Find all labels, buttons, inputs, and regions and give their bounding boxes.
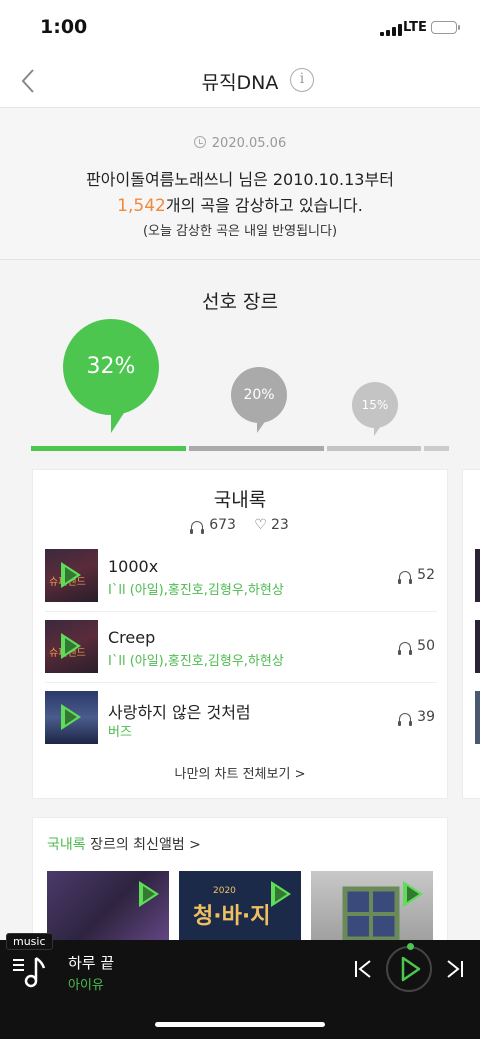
album-tile[interactable]: 2020 청·바·지 (179, 871, 301, 946)
now-playing-title: 하루 끝 (68, 954, 115, 972)
album-tile[interactable] (47, 871, 169, 946)
signal-icon (380, 24, 402, 36)
genre-bubble-3-label: 15% (361, 398, 389, 412)
album-header-text: 장르의 최신앨범 > (85, 837, 201, 853)
album-tile[interactable] (311, 871, 433, 946)
now-playing-artist: 아이유 (68, 978, 104, 993)
song-row[interactable]: 사랑하지 않은 것처럼 버즈 39 (45, 691, 437, 761)
playlist-icon[interactable] (12, 954, 46, 988)
info-icon[interactable]: i (290, 68, 314, 92)
listening-summary: 2020.05.06 판아이돌여름노래쓰니 님은 2010.10.13부터 1,… (0, 108, 480, 260)
status-bar: 1:00 LTE (0, 0, 480, 56)
genre-bubble-3[interactable]: 15% (352, 382, 398, 436)
play-icon (403, 881, 423, 907)
song-title: Creep (108, 628, 156, 647)
genre-bubble-1[interactable]: 32% (63, 319, 159, 433)
album-thumbnail[interactable]: 슈퍼밴드 (45, 549, 98, 602)
play-icon (61, 704, 81, 730)
genre-bubble-2[interactable]: 20% (231, 367, 287, 433)
genre-share-bar (31, 446, 449, 451)
clock-icon (193, 136, 206, 148)
divider (45, 682, 437, 683)
song-play-count: 39 (398, 709, 435, 726)
song-play-count: 50 (398, 638, 435, 655)
headphones-icon (190, 521, 205, 534)
card-stats: 673 ♡ 23 (33, 517, 447, 534)
song-row[interactable]: 슈퍼밴드 1000x I`ll (아일),홍진호,김형우,하현상 52 (45, 549, 437, 619)
nav-header: 뮤직DNA i (0, 56, 480, 108)
summary-line-1: 판아이돌여름노래쓰니 님은 2010.10.13부터 (86, 170, 394, 189)
page-title: 뮤직DNA (201, 72, 279, 94)
play-icon (139, 881, 159, 907)
play-icon (271, 881, 291, 907)
play-icon (401, 956, 421, 982)
album-thumbnail[interactable]: 슈퍼밴드 (45, 620, 98, 673)
song-artist[interactable]: I`ll (아일),홍진호,김형우,하현상 (108, 579, 284, 598)
song-play-count: 52 (398, 567, 435, 584)
song-title: 사랑하지 않은 것처럼 (108, 703, 251, 722)
play-icon (61, 562, 81, 588)
network-label: LTE (403, 20, 427, 35)
next-genre-card[interactable] (462, 469, 480, 799)
progress-dot (407, 943, 414, 950)
play-count: 673 (209, 517, 236, 533)
heart-icon: ♡ (254, 517, 267, 533)
card-genre-title: 국내록 (213, 489, 267, 511)
latest-albums-card: 국내록 장르의 최신앨범 > 2020 청·바·지 (32, 817, 448, 947)
song-count: 1,542 (117, 196, 166, 216)
album-art-year: 2020 (213, 886, 236, 896)
genre-share-segment (424, 446, 449, 451)
headphones-icon (398, 571, 413, 584)
latest-albums-link[interactable]: 국내록 장르의 최신앨범 > (47, 834, 201, 854)
section-title: 선호 장르 (202, 291, 278, 313)
summary-line-2-text: 개의 곡을 감상하고 있습니다. (165, 196, 363, 215)
headphones-icon (398, 713, 413, 726)
album-art-title: 청·바·지 (193, 904, 270, 929)
previous-button[interactable] (352, 958, 374, 980)
genre-share-segment (189, 446, 324, 451)
summary-date: 2020.05.06 (211, 136, 287, 151)
my-chart-link[interactable]: 나만의 차트 전체보기 > (33, 763, 447, 782)
divider (45, 611, 437, 612)
genre-share-segment (31, 446, 186, 451)
song-artist[interactable]: I`ll (아일),홍진호,김형우,하현상 (108, 650, 284, 669)
summary-note: (오늘 감상한 곡은 내일 반영됩니다) (142, 224, 338, 239)
status-time: 1:00 (40, 16, 88, 38)
song-title: 1000x (108, 557, 159, 576)
music-badge: music (6, 933, 53, 950)
like-count: 23 (270, 517, 289, 533)
next-button[interactable] (444, 958, 466, 980)
play-icon (61, 633, 81, 659)
date-row: 2020.05.06 (0, 136, 480, 151)
genre-share-segment (327, 446, 421, 451)
battery-icon (431, 21, 460, 34)
favorite-genre-section: 선호 장르 32% 20% 15% 국내록 673 ♡ 23 슈퍼밴드 1000x… (0, 261, 480, 947)
mini-player[interactable]: music 하루 끝 아이유 (0, 933, 480, 1039)
headphones-icon (398, 642, 413, 655)
summary-line-2: 1,542개의 곡을 감상하고 있습니다. (0, 192, 480, 216)
album-thumbnail[interactable] (45, 691, 98, 744)
genre-bubble-2-label: 20% (243, 387, 275, 403)
song-row[interactable]: 슈퍼밴드 Creep I`ll (아일),홍진호,김형우,하현상 50 (45, 620, 437, 690)
genre-bubble-1-label: 32% (86, 354, 136, 379)
song-artist[interactable]: 버즈 (108, 721, 132, 740)
home-indicator (155, 1022, 325, 1027)
play-button[interactable] (386, 943, 432, 992)
genre-card: 국내록 673 ♡ 23 슈퍼밴드 1000x I`ll (아일),홍진호,김형우… (32, 469, 448, 799)
album-genre: 국내록 (47, 837, 86, 853)
